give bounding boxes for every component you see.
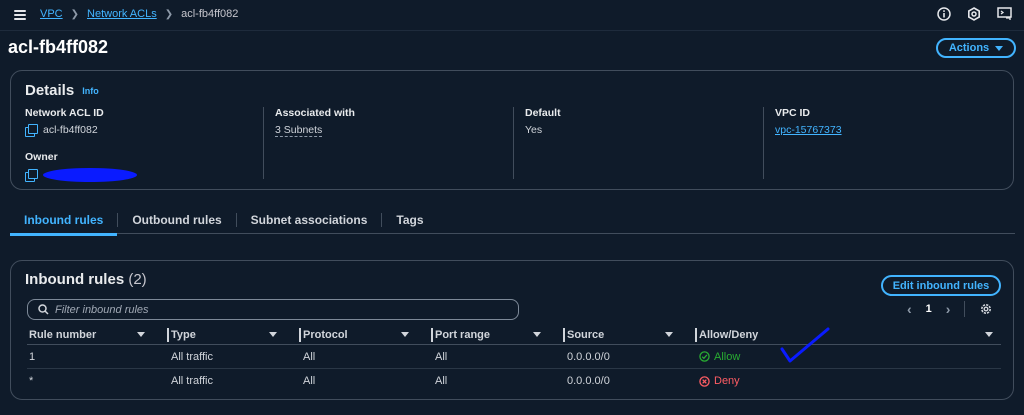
- owner-field: Owner: [25, 151, 137, 182]
- owner-label: Owner: [25, 151, 58, 163]
- column-header-allow-deny[interactable]: Allow/Deny: [697, 325, 1001, 345]
- caret-down-icon: [995, 45, 1004, 51]
- tab-outbound-rules[interactable]: Outbound rules: [118, 206, 235, 234]
- default-field: Default Yes: [525, 107, 561, 136]
- tab-bar: Inbound rules Outbound rules Subnet asso…: [10, 206, 1015, 236]
- edit-inbound-rules-button[interactable]: Edit inbound rules: [881, 275, 1001, 296]
- cell-port-range: All: [435, 350, 448, 363]
- column-header-label: Rule number: [29, 328, 97, 341]
- table-header: Rule number Type Protocol Port range Sou…: [27, 325, 1001, 345]
- column-header-label: Port range: [435, 328, 491, 341]
- column-divider: [263, 107, 264, 179]
- inbound-rules-panel: Inbound rules (2) Edit inbound rules ‹ 1…: [10, 260, 1014, 400]
- default-label: Default: [525, 107, 561, 119]
- info-circle-icon[interactable]: [936, 6, 952, 22]
- chevron-right-icon: ❯: [164, 8, 174, 20]
- tab-tags[interactable]: Tags: [382, 206, 437, 234]
- column-header-port-range[interactable]: Port range: [433, 325, 565, 345]
- sort-caret-icon[interactable]: [665, 331, 673, 337]
- column-header-protocol[interactable]: Protocol: [301, 325, 433, 345]
- inbound-rules-heading: Inbound rules (2): [25, 271, 147, 288]
- column-header-source[interactable]: Source: [565, 325, 697, 345]
- inbound-rules-title: Inbound rules: [25, 271, 125, 288]
- tab-subnet-associations[interactable]: Subnet associations: [237, 206, 382, 234]
- inbound-rules-table: Rule number Type Protocol Port range Sou…: [27, 325, 1001, 393]
- top-right-icons: [936, 6, 1012, 22]
- sort-caret-icon[interactable]: [137, 331, 145, 337]
- cell-source: 0.0.0.0/0: [567, 350, 610, 363]
- details-heading: Details Info: [25, 82, 99, 99]
- pagination: ‹ 1 ›: [907, 301, 993, 317]
- associated-with-field: Associated with 3 Subnets: [275, 107, 355, 137]
- chevron-right-icon: ❯: [70, 8, 80, 20]
- network-acl-id-label: Network ACL ID: [25, 107, 104, 119]
- cell-port-range: All: [435, 375, 448, 387]
- filter-box: [27, 299, 519, 320]
- copy-icon[interactable]: [25, 169, 38, 182]
- cell-protocol: All: [303, 375, 316, 387]
- cell-allow-deny: Allow: [697, 351, 1001, 363]
- column-divider: [513, 107, 514, 179]
- annotation-checkmark-icon: [780, 327, 830, 363]
- default-value: Yes: [525, 124, 543, 136]
- cell-type: All traffic: [171, 375, 213, 387]
- column-header-label: Type: [171, 328, 196, 341]
- cell-allow-deny: Deny: [697, 375, 1001, 387]
- settings-gear-icon[interactable]: [966, 6, 982, 22]
- sort-caret-icon[interactable]: [401, 331, 409, 337]
- check-circle-icon: [699, 351, 710, 362]
- hamburger-menu-icon[interactable]: [14, 10, 26, 20]
- copy-icon[interactable]: [25, 124, 38, 137]
- associated-subnets-link[interactable]: 3 Subnets: [275, 124, 323, 137]
- cloudshell-icon[interactable]: [996, 6, 1012, 22]
- inbound-rules-count: (2): [128, 271, 147, 288]
- actions-button-label: Actions: [948, 42, 990, 54]
- network-acl-id-value: acl-fb4ff082: [43, 124, 98, 136]
- page-title: acl-fb4ff082: [8, 37, 109, 57]
- breadcrumb-current: acl-fb4ff082: [181, 8, 239, 20]
- sort-caret-icon[interactable]: [269, 331, 277, 337]
- filter-inbound-rules-input[interactable]: [55, 303, 495, 316]
- allow-status-label: Allow: [714, 350, 741, 363]
- breadcrumb-vpc-link[interactable]: VPC: [40, 8, 63, 20]
- column-divider: [763, 107, 764, 179]
- column-header-label: Source: [567, 328, 605, 341]
- vpc-id-field: VPC ID vpc-15767373: [775, 107, 842, 136]
- sort-caret-icon[interactable]: [533, 331, 541, 337]
- pager-divider: [964, 301, 966, 317]
- chevron-right-icon[interactable]: ›: [946, 301, 951, 317]
- table-settings-gear-icon[interactable]: [979, 302, 993, 316]
- top-navigation-bar: VPC ❯ Network ACLs ❯ acl-fb4ff082: [0, 0, 1024, 31]
- cell-type: All traffic: [171, 350, 213, 363]
- table-row[interactable]: 1 All traffic All All 0.0.0.0/0 Allow: [27, 345, 1001, 369]
- actions-button[interactable]: Actions: [936, 38, 1016, 58]
- cell-protocol: All: [303, 350, 316, 363]
- search-icon: [38, 304, 49, 315]
- column-header-label: Protocol: [303, 328, 348, 341]
- breadcrumb: VPC ❯ Network ACLs ❯ acl-fb4ff082: [40, 8, 238, 20]
- breadcrumb-network-acls-link[interactable]: Network ACLs: [87, 8, 157, 20]
- cell-rule-number: *: [29, 375, 34, 387]
- deny-status-label: Deny: [714, 375, 740, 387]
- details-panel: Details Info Network ACL ID acl-fb4ff082 …: [10, 70, 1014, 190]
- associated-with-label: Associated with: [275, 107, 355, 119]
- chevron-left-icon[interactable]: ‹: [907, 301, 912, 317]
- cell-source: 0.0.0.0/0: [567, 375, 610, 387]
- column-header-type[interactable]: Type: [169, 325, 301, 345]
- details-title: Details: [25, 82, 75, 99]
- page-number[interactable]: 1: [926, 303, 932, 315]
- tab-inbound-rules[interactable]: Inbound rules: [10, 206, 118, 236]
- table-row[interactable]: * All traffic All All 0.0.0.0/0 Deny: [27, 369, 1001, 393]
- vpc-id-link[interactable]: vpc-15767373: [775, 124, 842, 136]
- column-header-rule-number[interactable]: Rule number: [27, 325, 169, 345]
- redacted-owner-value: [43, 168, 137, 182]
- column-header-label: Allow/Deny: [699, 328, 759, 341]
- x-circle-icon: [699, 375, 710, 387]
- cell-rule-number: 1: [29, 350, 36, 363]
- network-acl-id-field: Network ACL ID acl-fb4ff082: [25, 107, 104, 137]
- info-link[interactable]: Info: [82, 86, 99, 96]
- sort-caret-icon[interactable]: [985, 331, 993, 337]
- vpc-id-label: VPC ID: [775, 107, 811, 119]
